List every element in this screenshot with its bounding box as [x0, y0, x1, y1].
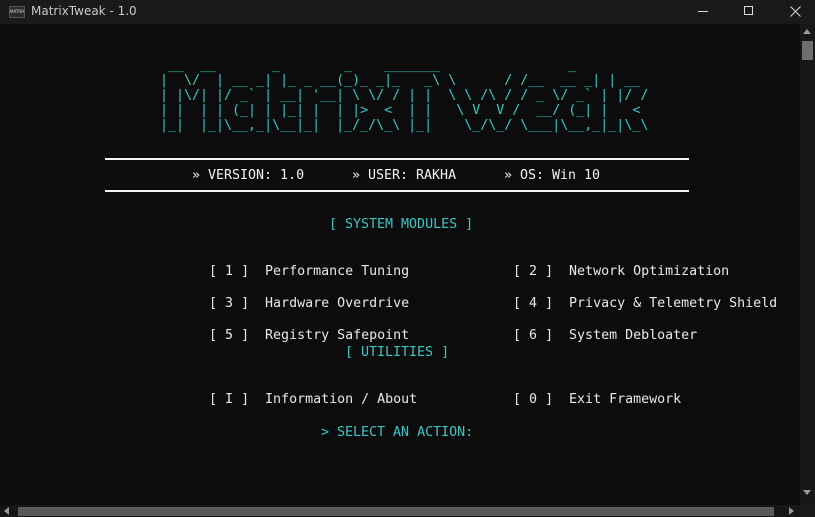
- option-label: Exit Framework: [569, 392, 682, 407]
- maximize-icon: [744, 6, 753, 15]
- menu-option-exit: [ 0 ] Exit Framework: [465, 377, 681, 422]
- terminal-window: MATRIX MatrixTweak - 1.0 __ __ _ _ _____…: [0, 0, 815, 517]
- vertical-scroll-thumb[interactable]: [802, 41, 813, 60]
- option-key: [ 1 ]: [209, 264, 250, 279]
- option-label: Privacy & Telemetry Shield: [569, 296, 778, 311]
- title-bar[interactable]: MATRIX MatrixTweak - 1.0: [0, 0, 815, 24]
- console-output[interactable]: __ __ _ _ _______ _ | \/ | __ _| |_ _ __…: [0, 24, 800, 505]
- option-label: Registry Safepoint: [265, 328, 410, 343]
- utilities-heading: [ UTILITIES ]: [345, 345, 450, 360]
- option-label: Hardware Overdrive: [265, 296, 410, 311]
- maximize-button[interactable]: [726, 0, 772, 24]
- console-app-icon: MATRIX: [9, 6, 25, 18]
- option-key: [ I ]: [209, 392, 250, 407]
- horizontal-scrollbar[interactable]: [0, 505, 800, 517]
- option-label: System Debloater: [569, 328, 698, 343]
- action-prompt[interactable]: > SELECT AN ACTION:: [321, 425, 473, 440]
- divider-bottom: [105, 190, 689, 192]
- version-info: » VERSION: 1.0: [192, 168, 305, 183]
- scroll-left-icon[interactable]: [4, 507, 9, 515]
- option-key: [ 4 ]: [513, 296, 554, 311]
- user-info: » USER: RAKHA: [352, 168, 457, 183]
- option-label: Performance Tuning: [265, 264, 410, 279]
- close-icon: [790, 6, 801, 17]
- option-label: Information / About: [265, 392, 418, 407]
- horizontal-scroll-thumb[interactable]: [18, 507, 774, 516]
- option-key: [ 0 ]: [513, 392, 554, 407]
- option-key: [ 3 ]: [209, 296, 250, 311]
- vertical-scrollbar[interactable]: [800, 24, 815, 505]
- minimize-button[interactable]: [680, 0, 726, 24]
- divider-top: [105, 158, 689, 160]
- scroll-up-icon[interactable]: [803, 29, 811, 34]
- menu-option-info: [ I ] Information / About: [161, 377, 417, 422]
- scroll-right-icon[interactable]: [789, 507, 794, 515]
- scrollbar-corner: [800, 505, 815, 517]
- option-key: [ 5 ]: [209, 328, 250, 343]
- window-title: MatrixTweak - 1.0: [31, 4, 137, 18]
- system-modules-heading: [ SYSTEM MODULES ]: [329, 217, 474, 232]
- minimize-icon: [698, 11, 708, 12]
- os-info: » OS: Win 10: [504, 168, 601, 183]
- option-key: [ 6 ]: [513, 328, 554, 343]
- ascii-logo: __ __ _ _ _______ _ | \/ | __ _| |_ _ __…: [160, 58, 649, 133]
- option-key: [ 2 ]: [513, 264, 554, 279]
- close-button[interactable]: [772, 0, 815, 24]
- option-label: Network Optimization: [569, 264, 730, 279]
- scroll-down-icon[interactable]: [803, 490, 811, 495]
- menu-option-6: [ 6 ] System Debloater: [465, 313, 697, 358]
